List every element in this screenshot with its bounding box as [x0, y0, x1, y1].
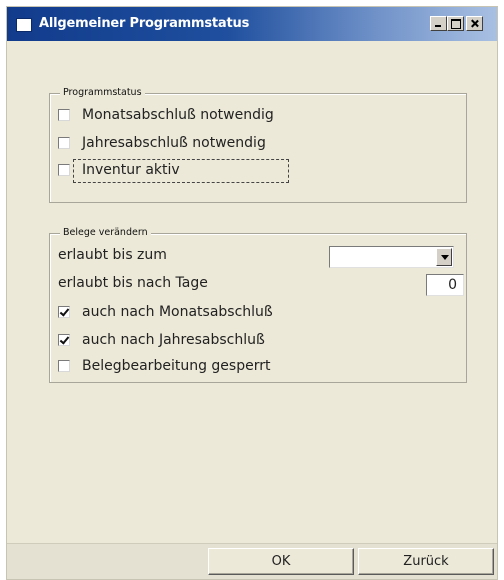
programmstatus-legend: Programmstatus — [60, 87, 145, 98]
window-controls — [430, 16, 483, 31]
erlaubt-bis-nach-tage-input[interactable]: 0 — [426, 274, 464, 296]
checkbox-auch-nach-jahresabschluss[interactable]: auch nach Jahresabschluß — [58, 329, 265, 351]
belege-veraendern-legend: Belege verändern — [60, 227, 151, 238]
zurueck-button[interactable]: Zurück — [358, 548, 494, 575]
erlaubt-bis-zum-combobox[interactable] — [329, 246, 454, 268]
window-icon — [16, 18, 32, 32]
checkbox-label: Belegbearbeitung gesperrt — [82, 358, 271, 374]
checkbox-box[interactable] — [58, 109, 70, 121]
checkbox-box[interactable] — [58, 306, 70, 318]
close-button[interactable] — [466, 16, 483, 31]
checkbox-box[interactable] — [58, 164, 70, 176]
title-bar[interactable]: Allgemeiner Programmstatus — [7, 7, 497, 41]
dropdown-arrow-button[interactable] — [436, 248, 452, 266]
maximize-button[interactable] — [447, 16, 464, 31]
checkbox-box[interactable] — [58, 137, 70, 149]
checkbox-monatsabschluss-notwendig[interactable]: Monatsabschluß notwendig — [58, 104, 274, 126]
ok-button[interactable]: OK — [208, 548, 354, 575]
belege-veraendern-group: Belege verändern erlaubt bis zum erlaubt… — [49, 227, 467, 383]
checkbox-box[interactable] — [58, 334, 70, 346]
checkbox-label: Jahresabschluß notwendig — [82, 135, 266, 151]
checkbox-box[interactable] — [58, 360, 70, 372]
checkbox-label: Monatsabschluß notwendig — [82, 107, 274, 123]
focus-outline — [73, 159, 289, 183]
erlaubt-bis-nach-tage-label: erlaubt bis nach Tage — [58, 275, 208, 291]
button-bar: OK Zurück — [7, 543, 497, 579]
erlaubt-bis-zum-label: erlaubt bis zum — [58, 247, 167, 263]
checkbox-label: auch nach Jahresabschluß — [82, 332, 265, 348]
dialog-window: Allgemeiner Programmstatus Programmstatu… — [6, 6, 498, 580]
checkbox-auch-nach-monatsabschluss[interactable]: auch nach Monatsabschluß — [58, 301, 273, 323]
checkbox-jahresabschluss-notwendig[interactable]: Jahresabschluß notwendig — [58, 132, 266, 154]
minimize-button[interactable] — [430, 16, 447, 31]
programmstatus-group: Programmstatus Monatsabschluß notwendig … — [49, 87, 467, 203]
window-title: Allgemeiner Programmstatus — [39, 16, 250, 31]
checkbox-belegbearbeitung-gesperrt[interactable]: Belegbearbeitung gesperrt — [58, 355, 270, 377]
checkbox-label: auch nach Monatsabschluß — [82, 304, 273, 320]
